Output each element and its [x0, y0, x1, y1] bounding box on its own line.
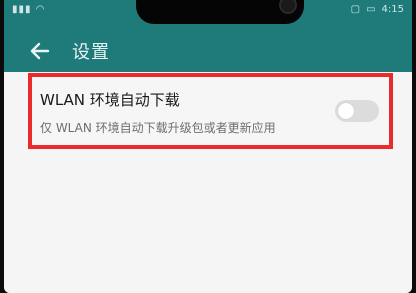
setting-title: WLAN 环境自动下载 — [40, 91, 180, 109]
back-arrow-icon — [30, 42, 50, 60]
display-notch — [136, 0, 304, 24]
status-left: ▮▮▮ ◠ — [12, 4, 45, 15]
app-bar: 设置 — [4, 30, 412, 72]
signal-icon: ▮▮▮ — [12, 4, 32, 15]
status-bar: ▮▮▮ ◠ ▢ ▭ 4:15 — [4, 0, 412, 30]
battery-icon: ▭ — [366, 4, 376, 15]
status-right: ▢ ▭ 4:15 — [351, 4, 404, 15]
wlan-download-toggle[interactable] — [335, 100, 379, 122]
wifi-icon: ◠ — [35, 4, 46, 15]
setting-row-wlan-auto-download[interactable]: WLAN 环境自动下载 仅 WLAN 环境自动下载升级包或者更新应用 — [28, 73, 393, 149]
front-camera — [279, 0, 297, 14]
setting-subtitle: 仅 WLAN 环境自动下载升级包或者更新应用 — [40, 121, 276, 135]
toggle-knob — [338, 103, 354, 119]
phone-screen: ▮▮▮ ◠ ▢ ▭ 4:15 设置 WLAN 环境自动下载 仅 WLAN 环境自… — [4, 0, 412, 293]
status-time: 4:15 — [381, 4, 404, 15]
page-title: 设置 — [72, 42, 110, 63]
back-button[interactable] — [26, 37, 54, 65]
notification-icon: ▢ — [350, 4, 361, 15]
